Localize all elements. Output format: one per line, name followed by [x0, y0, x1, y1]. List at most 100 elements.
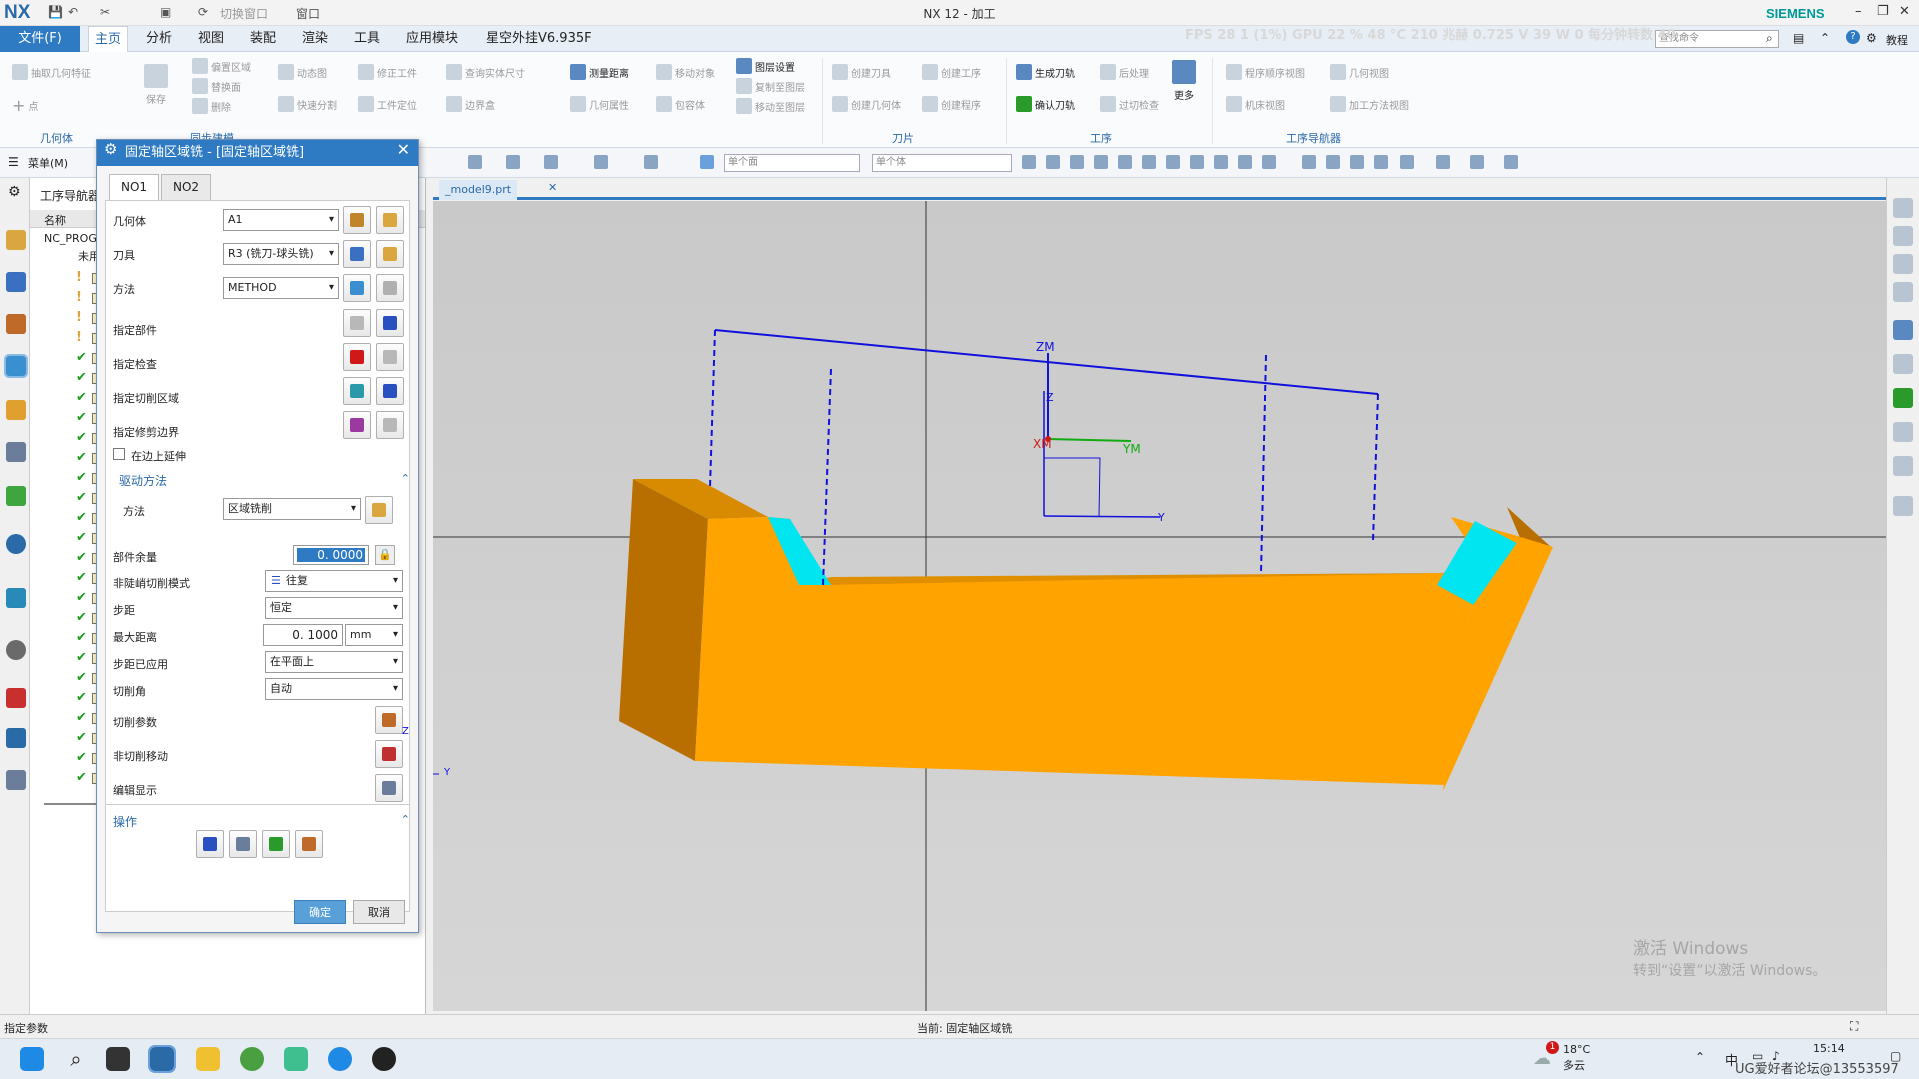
- copy-to-layer-button[interactable]: 复制至图层: [736, 78, 805, 94]
- layer-settings-button[interactable]: 图层设置: [736, 58, 795, 74]
- zoom-icon[interactable]: [1326, 155, 1340, 169]
- non-cutting-moves-button[interactable]: [375, 740, 403, 768]
- view-4-icon[interactable]: [1893, 282, 1913, 302]
- vertex-icon[interactable]: [1046, 155, 1060, 169]
- create-tool-button[interactable]: 创建刀具: [832, 64, 891, 80]
- operation-tree-icon[interactable]: [4, 354, 28, 378]
- fullscreen-icon[interactable]: ⛶: [1850, 1019, 1858, 1034]
- quick-split-button[interactable]: 快速分割: [278, 96, 337, 112]
- operation-navigator-icon[interactable]: [6, 230, 26, 250]
- window-icon[interactable]: ▤: [1793, 31, 1804, 45]
- cube-select-icon[interactable]: [700, 155, 714, 169]
- lock-icon[interactable]: 🔒: [375, 545, 395, 565]
- snap-icon[interactable]: [506, 155, 520, 169]
- nonsteep-pattern-select[interactable]: 往复: [265, 570, 403, 592]
- create-operation-button[interactable]: 创建工序: [922, 64, 981, 80]
- verify-toolpath-button[interactable]: 确认刀轨: [1016, 96, 1075, 112]
- center-icon[interactable]: [1166, 155, 1180, 169]
- search-icon[interactable]: ⌕: [1766, 31, 1773, 46]
- menu-icon[interactable]: ☰: [8, 155, 19, 169]
- program-order-view-button[interactable]: 程序顺序视图: [1226, 64, 1305, 80]
- view-3-icon[interactable]: [1893, 254, 1913, 274]
- more-button[interactable]: 更多: [1172, 60, 1196, 102]
- fix-workpiece-button[interactable]: 修正工件: [358, 64, 417, 80]
- replace-face-button[interactable]: 替换面: [192, 78, 241, 94]
- new-geometry-button[interactable]: [343, 206, 371, 234]
- display-cut-area-button[interactable]: [376, 377, 404, 405]
- workpiece-position-button[interactable]: 工件定位: [358, 96, 417, 112]
- post-side-icon[interactable]: [1893, 456, 1913, 476]
- graphics-viewport[interactable]: ZM YM XM Z Y Z Y: [402, 201, 1886, 1011]
- tool-library-icon[interactable]: [6, 728, 26, 748]
- file-menu-button[interactable]: 文件(F): [0, 26, 80, 52]
- midpoint-icon[interactable]: [1118, 155, 1132, 169]
- display-part-button[interactable]: [376, 309, 404, 337]
- model-tab[interactable]: _model9.prt: [439, 180, 518, 200]
- rotate-icon[interactable]: [1350, 155, 1364, 169]
- specify-trim-button[interactable]: [343, 411, 371, 439]
- curve-icon[interactable]: [1094, 155, 1108, 169]
- close-tab-icon[interactable]: ✕: [548, 181, 557, 194]
- specify-cut-area-button[interactable]: [343, 377, 371, 405]
- max-distance-unit-select[interactable]: mm: [345, 624, 403, 646]
- geometry-select[interactable]: A1: [223, 209, 339, 231]
- extract-geometry-button[interactable]: 抽取几何特征: [12, 64, 91, 80]
- drive-method-select[interactable]: 区域铣削: [223, 498, 361, 520]
- stepover-applied-select[interactable]: 在平面上: [265, 651, 403, 673]
- line-icon[interactable]: [1070, 155, 1084, 169]
- view-1-icon[interactable]: [1893, 198, 1913, 218]
- bounding-box-button[interactable]: 边界盒: [446, 96, 495, 112]
- chevron-up-icon[interactable]: ⌃: [401, 813, 410, 826]
- arrow-icon[interactable]: [1022, 155, 1036, 169]
- layout-icon[interactable]: [1400, 155, 1414, 169]
- verify-button[interactable]: [262, 830, 290, 858]
- move-object-button[interactable]: 移动对象: [656, 64, 715, 80]
- cut-angle-select[interactable]: 自动: [265, 678, 403, 700]
- replay-button[interactable]: [229, 830, 257, 858]
- specify-check-button[interactable]: [343, 343, 371, 371]
- chevron-up-icon[interactable]: ⌃: [1820, 31, 1830, 45]
- system-scene-icon[interactable]: [6, 588, 26, 608]
- replay-side-icon[interactable]: [1893, 354, 1913, 374]
- process-icon[interactable]: [6, 770, 26, 790]
- weather-widget[interactable]: 18°C 多云: [1563, 1042, 1590, 1074]
- envelope-button[interactable]: 包容体: [656, 96, 705, 112]
- minimize-button[interactable]: –: [1855, 4, 1862, 19]
- reuse-library-icon[interactable]: [6, 400, 26, 420]
- filter-icon[interactable]: [468, 155, 482, 169]
- dialog-gear-icon[interactable]: ⚙: [104, 140, 117, 158]
- tab-no1[interactable]: NO1: [109, 174, 160, 201]
- tab-render[interactable]: 渲染: [296, 26, 334, 52]
- body-rule-select[interactable]: 单个体: [872, 154, 1012, 172]
- new-tool-button[interactable]: [343, 240, 371, 268]
- create-program-button[interactable]: 创建程序: [922, 96, 981, 112]
- max-distance-input[interactable]: 0. 1000: [263, 624, 343, 646]
- select-box-icon[interactable]: [594, 155, 608, 169]
- tab-assembly[interactable]: 装配: [244, 26, 282, 52]
- tab-home[interactable]: 主页: [88, 26, 129, 52]
- move-to-layer-button[interactable]: 移动至图层: [736, 98, 805, 114]
- chevron-up-icon[interactable]: ⌃: [1695, 1050, 1705, 1064]
- tab-plugin[interactable]: 星空外挂V6.935F: [480, 26, 598, 52]
- search-taskbar-icon[interactable]: ⌕: [64, 1047, 88, 1071]
- simulate-side-icon[interactable]: [1893, 422, 1913, 442]
- music-app-icon[interactable]: [284, 1047, 308, 1071]
- orient-icon[interactable]: [1470, 155, 1484, 169]
- geometry-view-button[interactable]: 几何视图: [1330, 64, 1389, 80]
- point-button[interactable]: + 点: [12, 96, 38, 115]
- palette-icon[interactable]: [6, 486, 26, 506]
- tab-application[interactable]: 应用模块: [400, 26, 464, 52]
- pan-icon[interactable]: [1374, 155, 1388, 169]
- delete-face-button[interactable]: 删除: [192, 98, 231, 114]
- verify-side-icon[interactable]: [1893, 388, 1913, 408]
- tab-analysis[interactable]: 分析: [140, 26, 178, 52]
- lasso-icon[interactable]: [644, 155, 658, 169]
- face-icon[interactable]: [1262, 155, 1276, 169]
- render-style-icon[interactable]: [1436, 155, 1450, 169]
- app-green-icon[interactable]: [240, 1047, 264, 1071]
- edge-browser-icon[interactable]: [328, 1047, 352, 1071]
- roles-icon[interactable]: [6, 688, 26, 708]
- edit-geometry-button[interactable]: [376, 206, 404, 234]
- extend-edges-checkbox[interactable]: [113, 448, 125, 460]
- offset-region-button[interactable]: 偏置区域: [192, 58, 251, 74]
